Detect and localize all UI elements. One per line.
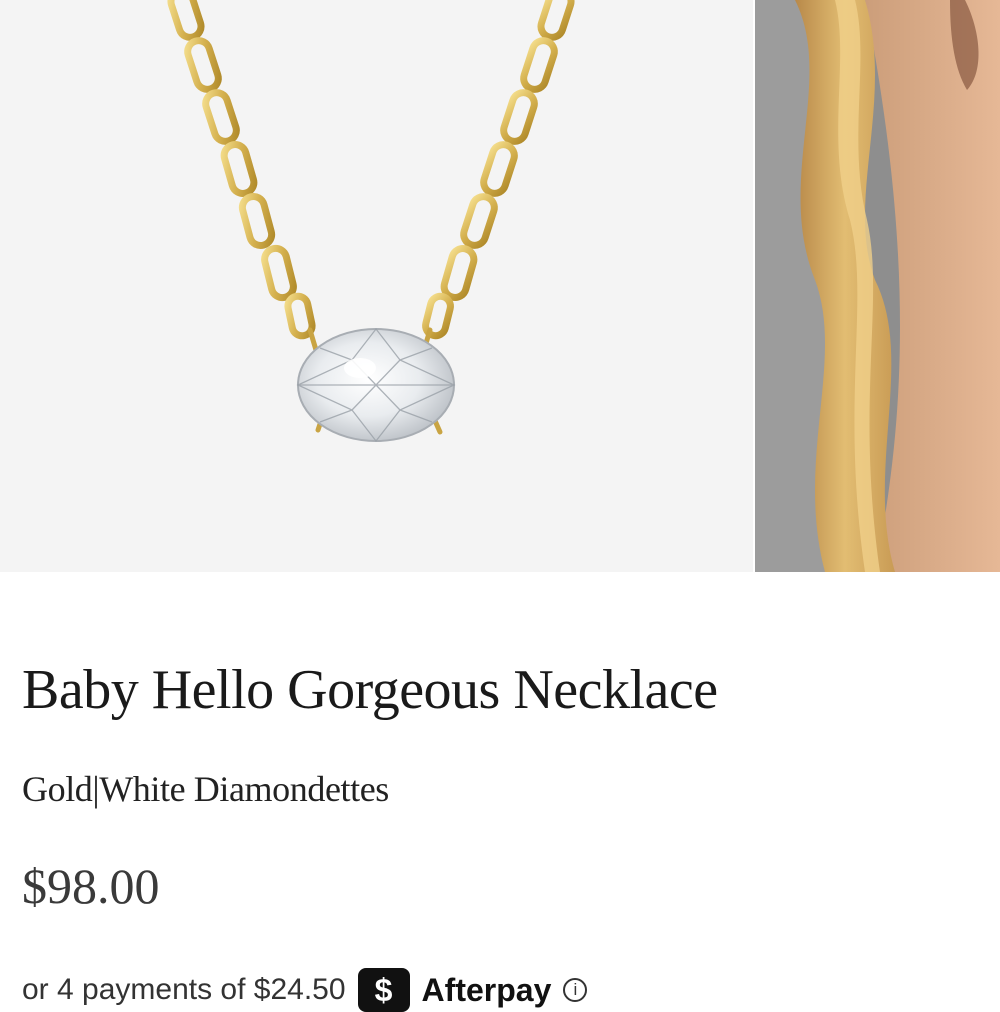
info-icon[interactable]: i [563,978,588,1002]
product-image-model[interactable] [755,0,1000,572]
afterpay-text: or 4 payments of $24.50 [22,973,346,1006]
afterpay-brand: Afterpay [421,971,552,1008]
afterpay-installments: or 4 payments of $24.50 $ Afterpay i [22,968,588,1012]
model-photo [755,0,1000,572]
necklace-illustration [167,0,575,443]
product-variant: Gold|White Diamondettes [22,769,389,809]
product-title: Baby Hello Gorgeous Necklace [22,659,718,721]
product-image-necklace[interactable] [0,0,753,572]
product-price: $98.00 [22,858,160,914]
product-image-gallery[interactable] [0,0,1000,572]
cash-app-icon: $ [357,968,410,1012]
